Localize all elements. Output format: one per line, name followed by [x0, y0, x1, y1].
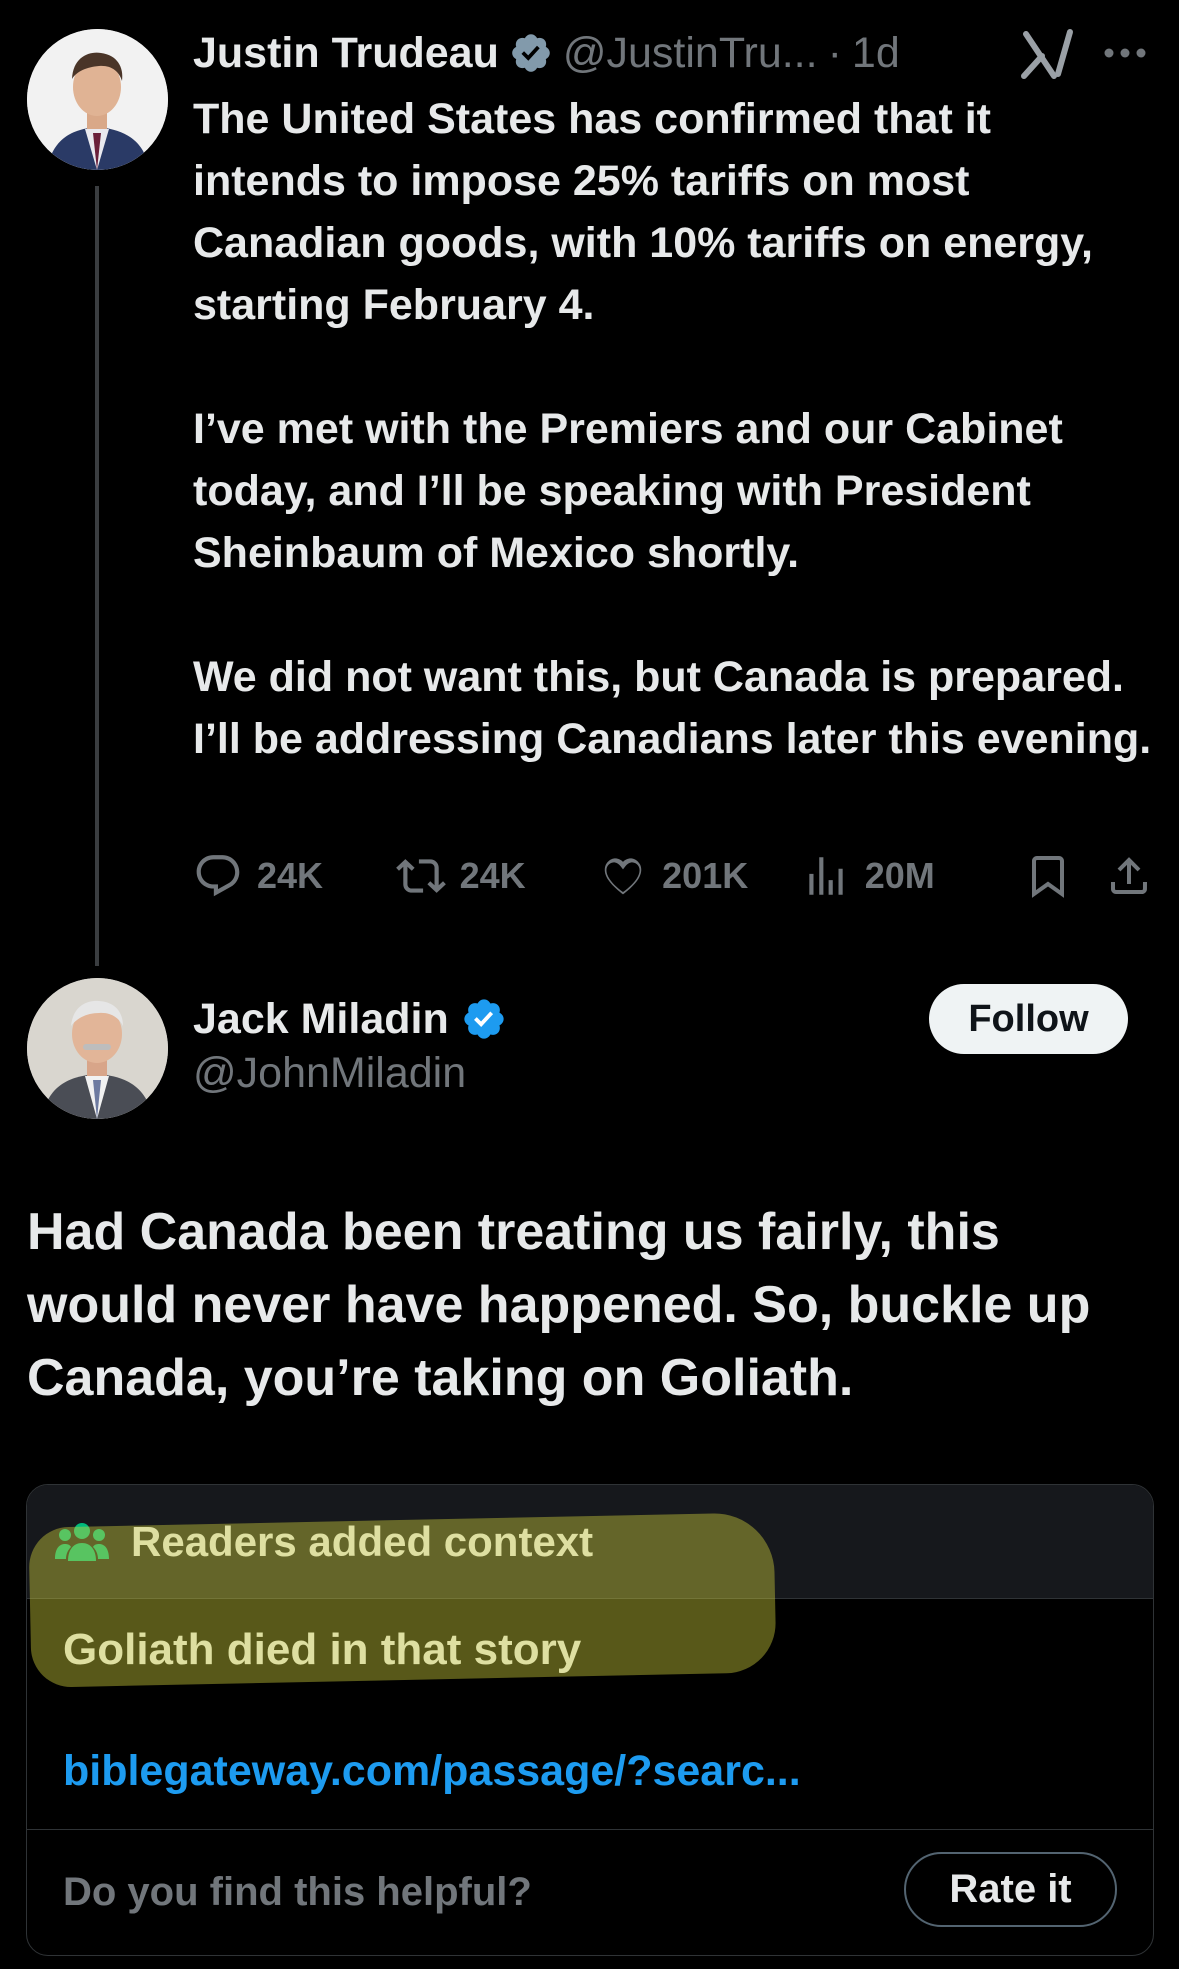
reply-button[interactable]: 24K	[193, 851, 396, 901]
bookmark-icon	[1032, 856, 1065, 898]
helpful-question: Do you find this helpful?	[63, 1870, 532, 1914]
avatar-image	[27, 978, 168, 1119]
time-ago[interactable]: 1d	[852, 29, 900, 78]
community-note: Readers added context Goliath died in th…	[26, 1484, 1154, 1956]
verified-badge-icon	[512, 34, 550, 72]
tweet-header: Justin Trudeau @JustinTru... · 1d	[193, 22, 900, 84]
repost-icon	[395, 859, 446, 893]
community-note-footer: Do you find this helpful? Rate it	[27, 1829, 1153, 1955]
more-icon[interactable]	[1103, 46, 1147, 64]
views-icon	[809, 857, 843, 895]
bookmark-button[interactable]	[1003, 851, 1093, 901]
tweet-body: The United States has confirmed that it …	[193, 88, 1153, 770]
repost-button[interactable]: 24K	[395, 851, 599, 901]
tweet-paragraph: We did not want this, but Canada is prep…	[193, 653, 1152, 763]
tweet-paragraph: I’ve met with the Premiers and our Cabin…	[193, 405, 1063, 577]
community-note-title: Readers added context	[131, 1517, 594, 1565]
views-count: 20M	[864, 855, 935, 896]
reply-author-handle[interactable]: @JohnMiladin	[193, 1049, 466, 1098]
avatar-justin-trudeau[interactable]	[27, 29, 168, 170]
reply-icon	[196, 855, 240, 897]
repost-count: 24K	[459, 855, 526, 896]
like-button[interactable]: 201K	[598, 851, 801, 901]
share-button[interactable]	[1093, 851, 1153, 901]
share-icon	[1111, 857, 1147, 894]
reply-count: 24K	[257, 855, 324, 896]
reply-author-row: Jack Miladin	[193, 988, 507, 1050]
thread-connector-line	[95, 186, 99, 966]
community-note-body: Goliath died in that story	[63, 1625, 582, 1674]
rate-it-button[interactable]: Rate it	[904, 1852, 1117, 1927]
community-note-link[interactable]: biblegateway.com/passage/?searc...	[63, 1747, 801, 1796]
avatar-jack-miladin[interactable]	[27, 978, 168, 1119]
avatar-image	[27, 29, 168, 170]
grok-icon[interactable]	[1020, 26, 1076, 85]
like-count: 201K	[662, 855, 749, 896]
reply-body: Had Canada been treating us fairly, this…	[27, 1203, 1091, 1407]
follow-button[interactable]: Follow	[929, 984, 1128, 1054]
reply-author-name[interactable]: Jack Miladin	[193, 995, 449, 1044]
tweet-paragraph: The United States has confirmed that it …	[193, 95, 1093, 329]
like-icon	[604, 858, 642, 895]
tweet-actions: 24K 24K 201K 20M	[193, 846, 1153, 906]
community-note-header: Readers added context	[27, 1485, 1153, 1599]
views-button[interactable]: 20M	[801, 851, 1004, 901]
verified-badge-icon	[464, 999, 504, 1039]
author-handle[interactable]: @JustinTru...	[563, 29, 818, 78]
people-icon	[55, 1522, 109, 1561]
author-name[interactable]: Justin Trudeau	[193, 29, 499, 78]
time-separator: ·	[827, 28, 842, 77]
